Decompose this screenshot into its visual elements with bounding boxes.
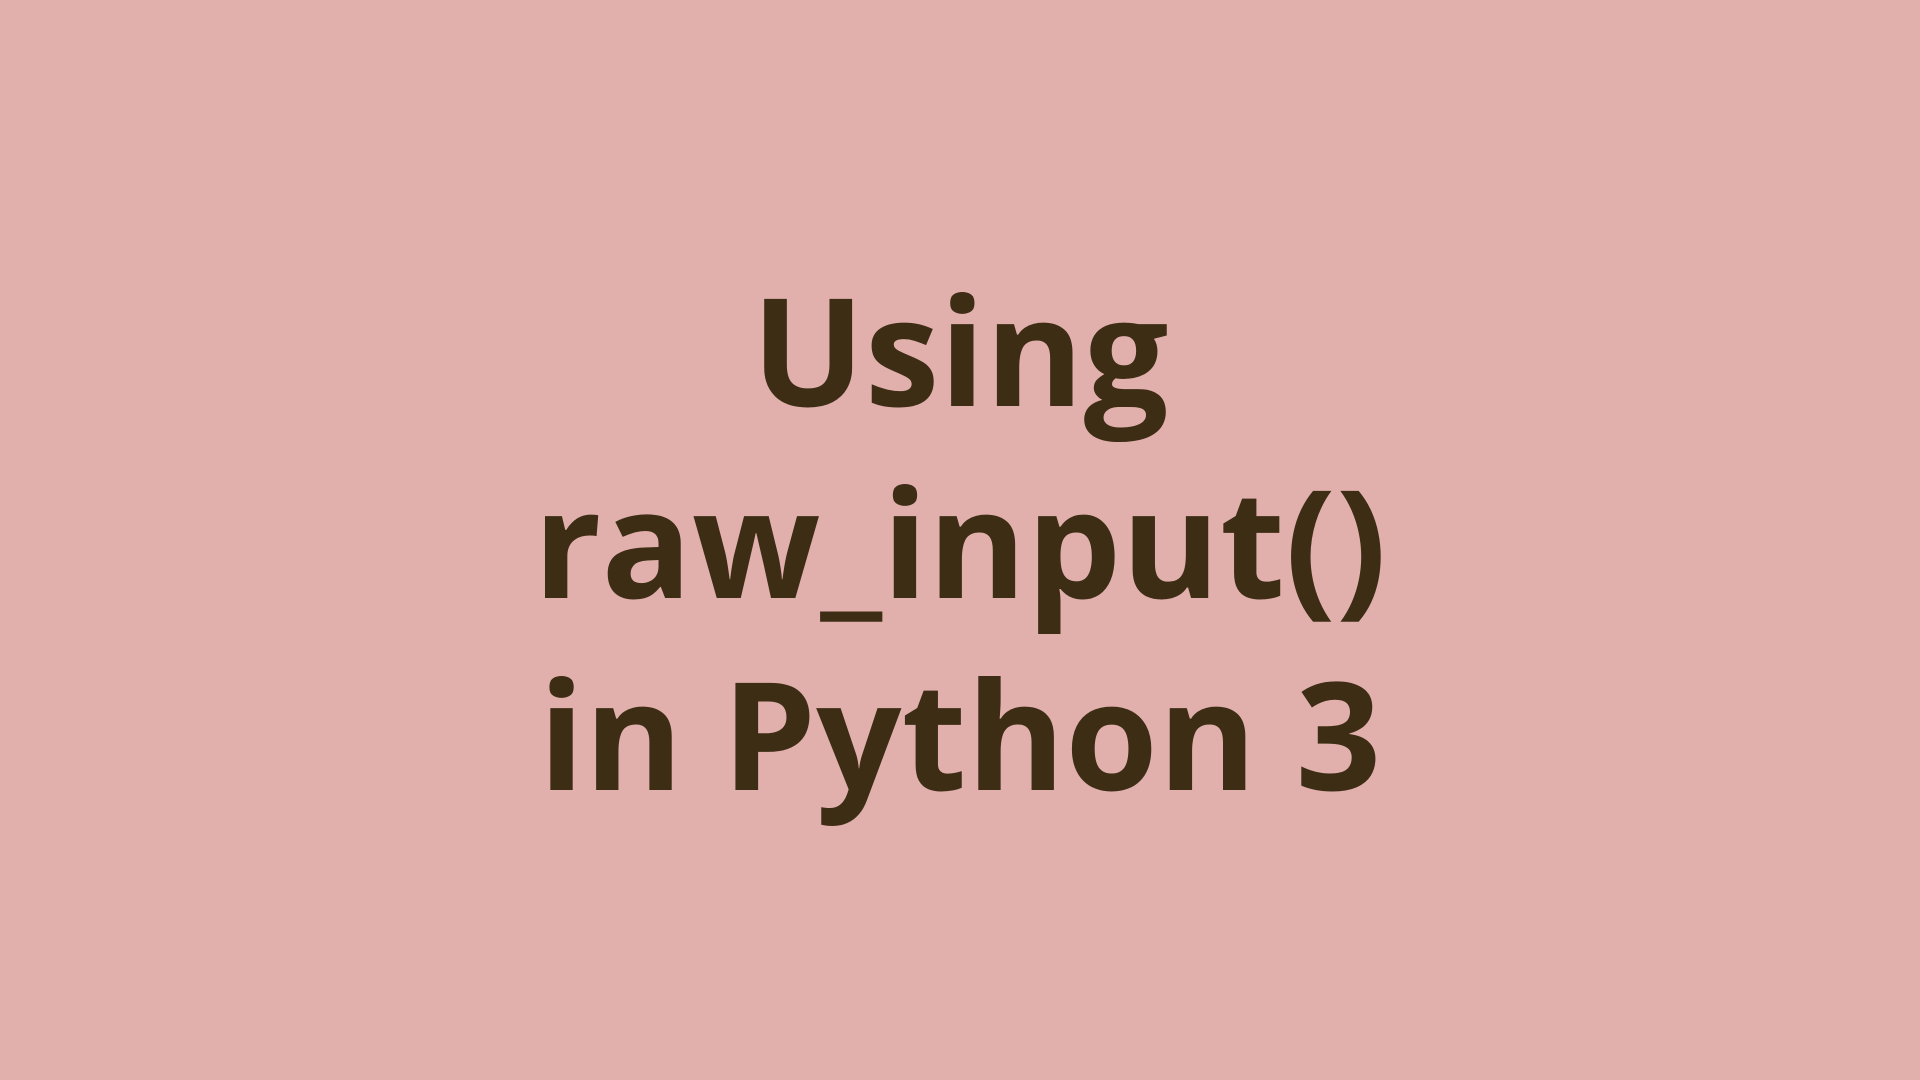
card-title: Using raw_input() in Python 3 — [533, 252, 1386, 828]
title-card: Using raw_input() in Python 3 — [0, 0, 1920, 1080]
